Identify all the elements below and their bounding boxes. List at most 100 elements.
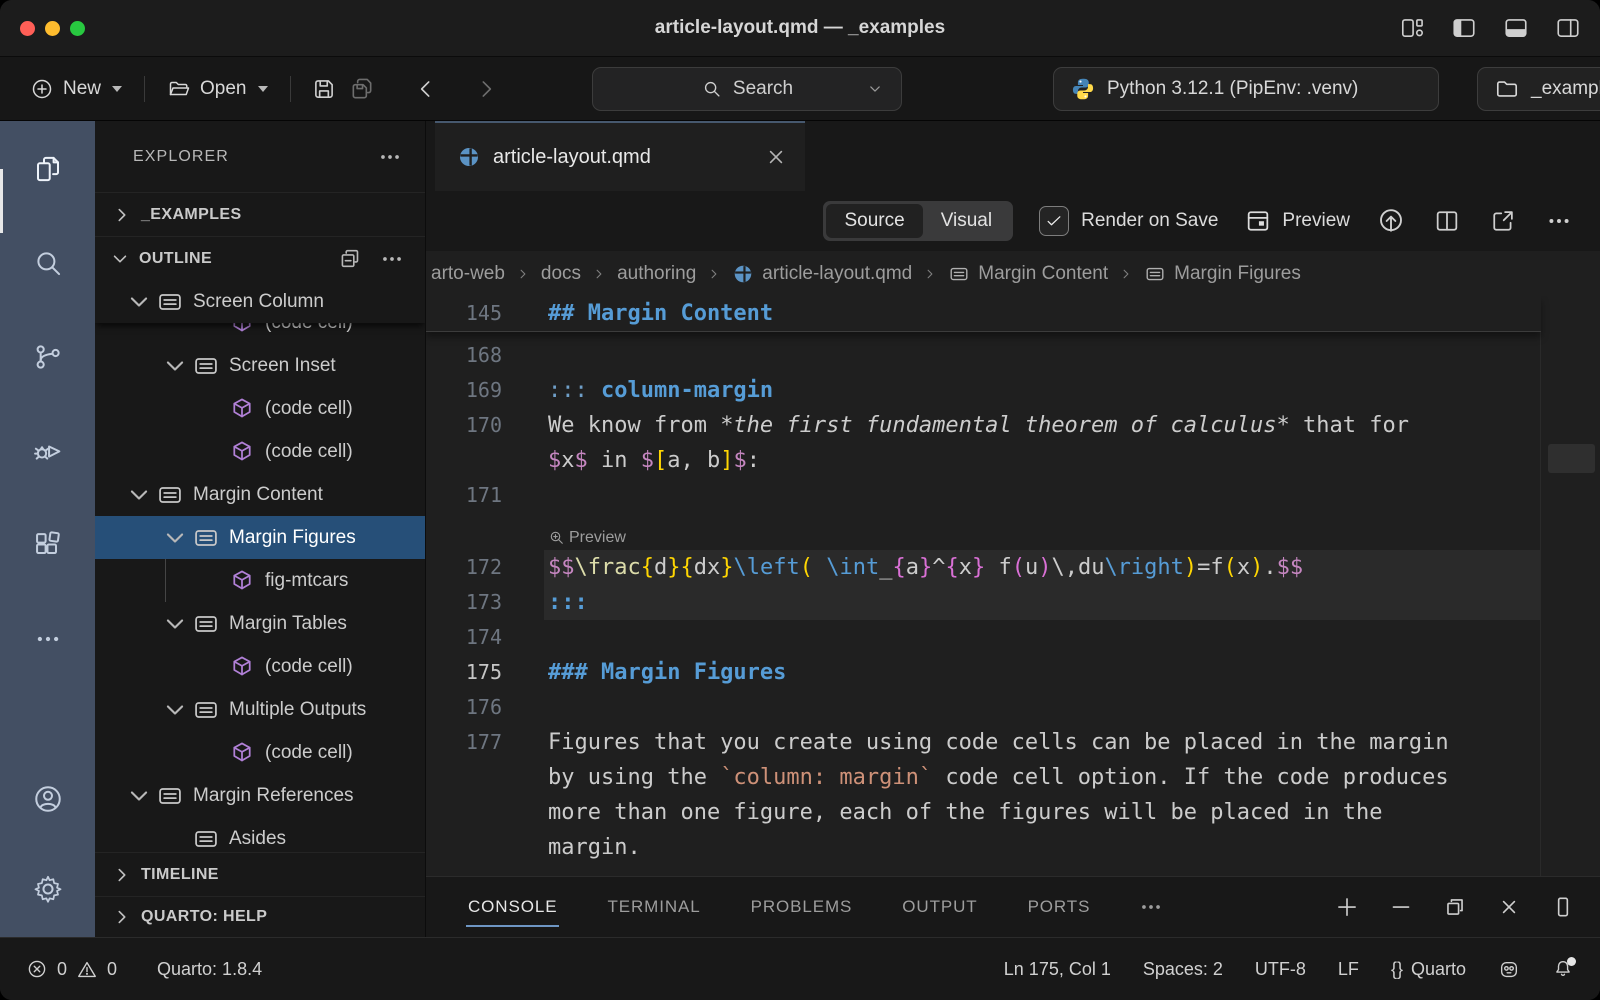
- toggle-right-sidebar-icon[interactable]: [1554, 14, 1582, 42]
- save-button[interactable]: [305, 70, 343, 108]
- code-line[interactable]: 171: [426, 478, 1541, 513]
- code-line-wrap[interactable]: $x$ in $[a, b]$:: [426, 443, 1541, 478]
- code-line-wrap[interactable]: more than one figure, each of the figure…: [426, 795, 1541, 830]
- account-icon[interactable]: [32, 783, 64, 815]
- panel-layout-icon[interactable]: [1550, 894, 1576, 920]
- breadcrumb-item-file[interactable]: article-layout.qmd: [732, 263, 912, 285]
- code-line-current[interactable]: 175### Margin Figures: [426, 655, 1541, 690]
- restore-panel-icon[interactable]: [1442, 894, 1468, 920]
- code-line[interactable]: 177Figures that you create using code ce…: [426, 725, 1541, 760]
- more-views-icon[interactable]: [32, 623, 64, 655]
- toggle-left-sidebar-icon[interactable]: [1450, 14, 1478, 42]
- code-line-wrap[interactable]: by using the `column: margin` code cell …: [426, 760, 1541, 795]
- indentation-status[interactable]: Spaces: 2: [1143, 959, 1223, 980]
- outline-item-margin-figures[interactable]: Margin Figures: [95, 516, 425, 559]
- sidebar-section-timeline[interactable]: TIMELINE: [95, 852, 425, 896]
- code-line[interactable]: 170We know from *the first fundamental t…: [426, 408, 1541, 443]
- panel-tab-ports[interactable]: PORTS: [1026, 889, 1093, 925]
- run-debug-icon[interactable]: [32, 435, 64, 467]
- problems-status[interactable]: 0 0: [26, 958, 117, 980]
- code-line[interactable]: 176: [426, 690, 1541, 725]
- code-line[interactable]: 174: [426, 620, 1541, 655]
- warning-count: 0: [107, 959, 117, 980]
- panel-tab-problems[interactable]: PROBLEMS: [749, 889, 855, 925]
- publish-icon[interactable]: [1376, 206, 1406, 236]
- outline-item-code-cell[interactable]: (code cell): [95, 731, 425, 774]
- toggle-bottom-panel-icon[interactable]: [1502, 14, 1530, 42]
- interpreter-selector[interactable]: Python 3.12.1 (PipEnv: .venv): [1053, 67, 1439, 111]
- feedback-smiley-icon[interactable]: [1498, 958, 1520, 980]
- encoding-status[interactable]: UTF-8: [1255, 959, 1306, 980]
- code-line-math[interactable]: 172$$\frac{d}{dx}\left( \int_{a}^{x} f(u…: [426, 550, 1541, 585]
- outline-item-clipped[interactable]: (code cell): [95, 323, 425, 344]
- collapse-all-icon[interactable]: [337, 246, 363, 272]
- quarto-version-status[interactable]: Quarto: 1.8.4: [157, 959, 262, 980]
- outline-item-margin-tables[interactable]: Margin Tables: [95, 602, 425, 645]
- workspace-folder-button[interactable]: _examples: [1477, 67, 1600, 111]
- new-button[interactable]: New: [22, 71, 130, 107]
- sticky-code-line[interactable]: 145## Margin Content: [426, 296, 1541, 332]
- breadcrumb-item[interactable]: authoring: [617, 263, 696, 285]
- navigate-forward-button[interactable]: [467, 70, 505, 108]
- editor-scrollbar[interactable]: [1540, 296, 1600, 876]
- outline-item-fig-mtcars[interactable]: fig-mtcars: [95, 559, 425, 602]
- panel-tab-console[interactable]: CONSOLE: [466, 889, 559, 925]
- sidebar-section-quarto-help[interactable]: QUARTO: HELP: [95, 896, 425, 937]
- code-editor[interactable]: 145## Margin Content 168 169::: column-m…: [426, 296, 1600, 876]
- language-mode-status[interactable]: {} Quarto: [1391, 959, 1466, 980]
- code-line-wrap[interactable]: margin.: [426, 830, 1541, 865]
- new-console-icon[interactable]: [1334, 894, 1360, 920]
- panel-tab-terminal[interactable]: TERMINAL: [605, 889, 702, 925]
- cursor-position-status[interactable]: Ln 175, Col 1: [1004, 959, 1111, 980]
- tab-article-layout[interactable]: article-layout.qmd: [435, 121, 805, 191]
- code-line[interactable]: 168: [426, 338, 1541, 373]
- checkbox-checked-icon[interactable]: [1039, 206, 1069, 236]
- explorer-icon[interactable]: [32, 153, 64, 185]
- mode-source-button[interactable]: Source: [826, 204, 922, 238]
- eol-status[interactable]: LF: [1338, 959, 1359, 980]
- navigate-back-button[interactable]: [407, 70, 445, 108]
- open-button[interactable]: Open: [159, 71, 275, 107]
- code-line[interactable]: 169::: column-margin: [426, 373, 1541, 408]
- breadcrumb: arto-web docs authoring article-layout.q…: [426, 251, 1600, 296]
- outline-item-code-cell[interactable]: (code cell): [95, 430, 425, 473]
- search-input[interactable]: Search: [592, 67, 902, 111]
- notifications-bell-icon[interactable]: [1552, 958, 1574, 980]
- outline-item-margin-content[interactable]: Margin Content: [95, 473, 425, 516]
- outline-item-code-cell[interactable]: (code cell): [95, 645, 425, 688]
- extensions-icon[interactable]: [32, 529, 64, 561]
- more-panel-tabs-icon[interactable]: [1138, 894, 1164, 920]
- outline-item-screen-column[interactable]: Screen Column: [95, 280, 425, 323]
- breadcrumb-item[interactable]: docs: [541, 263, 581, 285]
- outline-item-multiple-outputs[interactable]: Multiple Outputs: [95, 688, 425, 731]
- breadcrumb-item-section[interactable]: Margin Content: [948, 263, 1108, 285]
- minimize-panel-icon[interactable]: [1388, 894, 1414, 920]
- open-external-icon[interactable]: [1488, 206, 1518, 236]
- settings-gear-icon[interactable]: [32, 873, 64, 905]
- outline-item-screen-inset[interactable]: Screen Inset: [95, 344, 425, 387]
- panel-tab-output[interactable]: OUTPUT: [900, 889, 979, 925]
- source-control-icon[interactable]: [32, 341, 64, 373]
- breadcrumb-item-section[interactable]: Margin Figures: [1144, 263, 1301, 285]
- split-editor-icon[interactable]: [1432, 206, 1462, 236]
- close-panel-icon[interactable]: [1496, 894, 1522, 920]
- breadcrumb-item[interactable]: arto-web: [431, 263, 505, 285]
- more-actions-icon[interactable]: [377, 144, 403, 170]
- outline-item-margin-references[interactable]: Margin References: [95, 774, 425, 817]
- search-icon[interactable]: [32, 247, 64, 279]
- codelens-preview[interactable]: Preview: [548, 513, 1541, 550]
- outline-item-code-cell[interactable]: (code cell): [95, 387, 425, 430]
- scrollbar-slider[interactable]: [1548, 444, 1595, 473]
- more-actions-icon[interactable]: [1544, 206, 1574, 236]
- customize-layout-icon[interactable]: [1398, 14, 1426, 42]
- sidebar-section-outline[interactable]: OUTLINE: [95, 236, 425, 280]
- render-on-save-control[interactable]: Render on Save: [1039, 206, 1218, 236]
- mode-visual-button[interactable]: Visual: [923, 204, 1010, 238]
- outline-item-asides[interactable]: Asides: [95, 817, 425, 852]
- code-line[interactable]: 173:::: [426, 585, 1541, 620]
- save-all-button[interactable]: [343, 70, 381, 108]
- close-icon[interactable]: [763, 144, 789, 170]
- preview-button[interactable]: Preview: [1244, 207, 1350, 235]
- more-actions-icon[interactable]: [379, 246, 405, 272]
- sidebar-section-examples[interactable]: _EXAMPLES: [95, 192, 425, 236]
